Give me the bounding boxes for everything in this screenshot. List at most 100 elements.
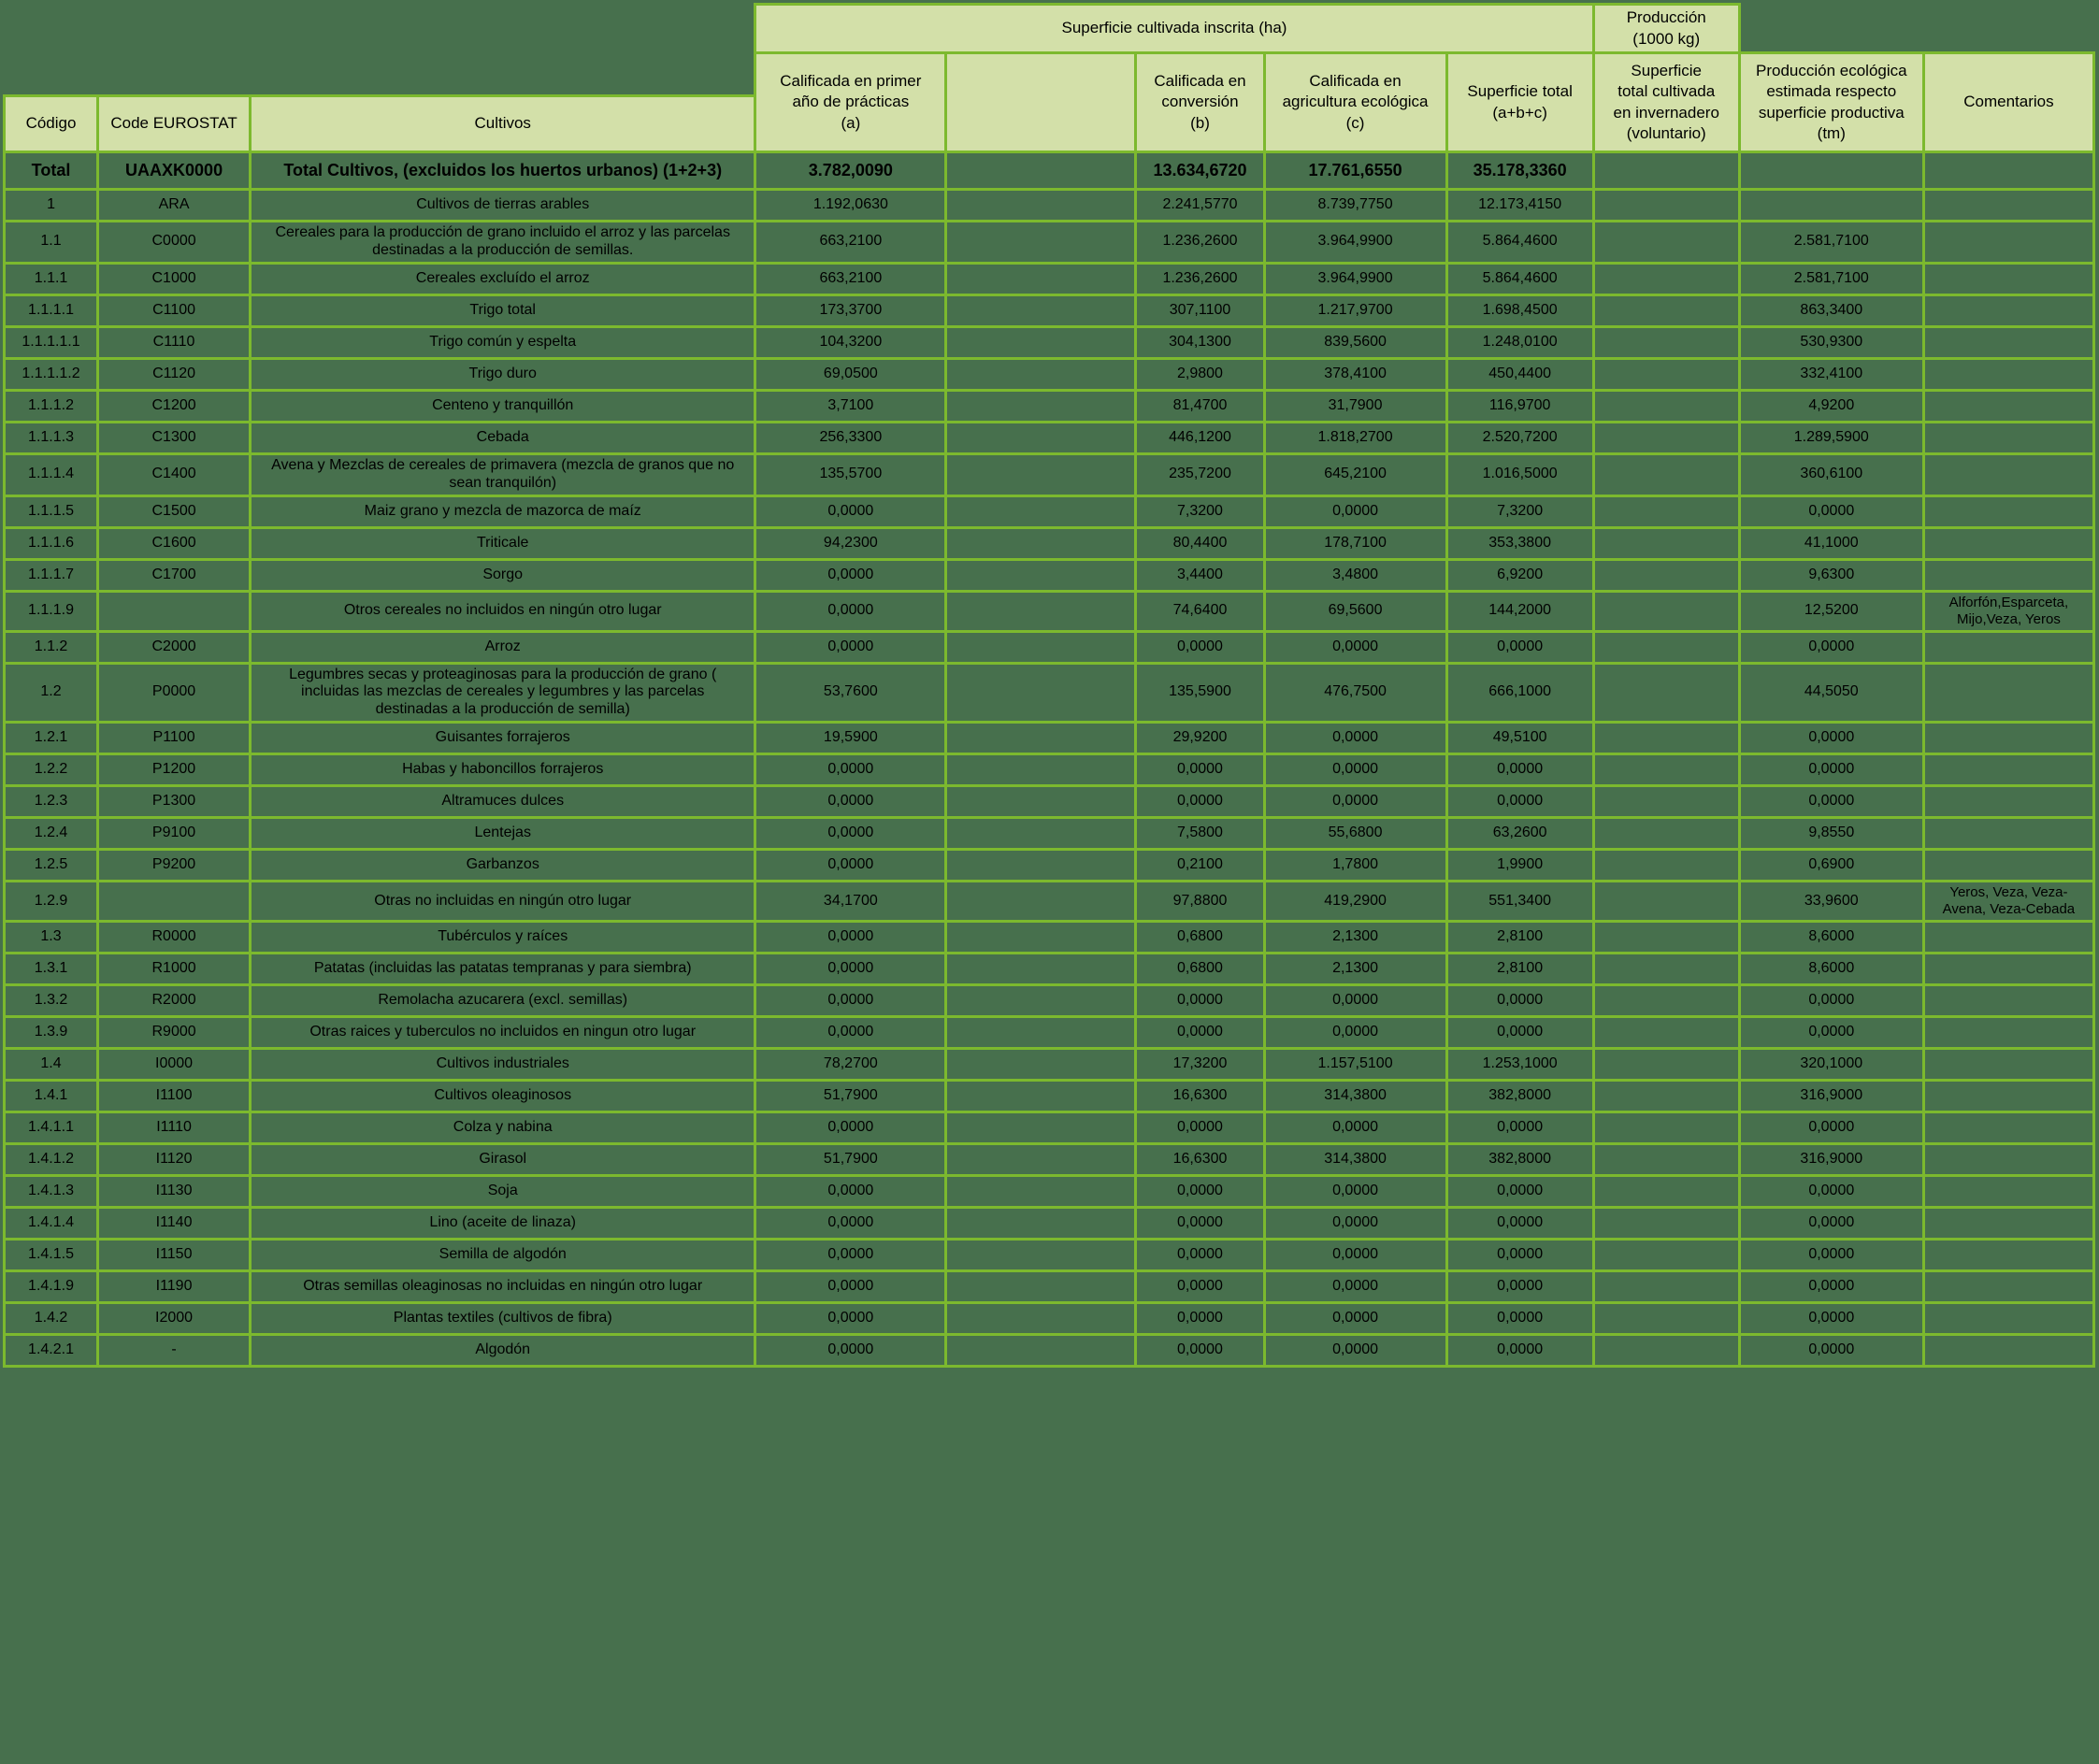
cell-superficie-total: 0,0000 xyxy=(1445,1301,1595,1337)
cell-superficie-c: 1.157,5100 xyxy=(1262,1047,1448,1083)
cell-produccion-ecologica: 530,9300 xyxy=(1737,324,1925,360)
cell-codigo: 1.4.2.1 xyxy=(2,1333,100,1369)
table-row: 1.4.1.2 I1120 Girasol 51,7900 16,6300 314,380… xyxy=(2,1142,2096,1178)
cell-code-eurostat: I1150 xyxy=(96,1238,252,1273)
cell-cultivos: Triticale xyxy=(249,525,757,561)
cell-superficie-c: 0,0000 xyxy=(1262,983,1448,1019)
cell-comentarios xyxy=(1921,721,2096,756)
cell-superficie-b: 7,3200 xyxy=(1134,494,1266,529)
table-row: 1 ARA Cultivos de tierras arables 1.192,063… xyxy=(2,188,2096,222)
cell-superficie-a: 51,7900 xyxy=(754,1079,948,1114)
column-header-codigo: Código xyxy=(2,94,100,153)
cell-blank xyxy=(944,1079,1138,1114)
cell-codigo: 1.4.1 xyxy=(2,1079,100,1114)
cell-produccion-ecologica: 0,0000 xyxy=(1737,494,1925,529)
cell-superficie-total: 666,1000 xyxy=(1445,661,1595,724)
table-row: 1.2.9 Otras no incluidas en ningún otro l… xyxy=(2,880,2096,924)
cell-produccion-ecologica: 0,0000 xyxy=(1737,1015,1925,1051)
cell-superficie-total: 1.253,1000 xyxy=(1445,1047,1595,1083)
table-row: 1.1 C0000 Cereales para la producción de g… xyxy=(2,220,2096,265)
cell-superficie-a: 0,0000 xyxy=(754,629,948,665)
cell-superficie-c: 314,3800 xyxy=(1262,1079,1448,1114)
cell-comentarios xyxy=(1921,356,2096,392)
table-row: 1.4.2.1- Algodón 0,0000 0,0000 0,0000 0,0000 0… xyxy=(2,1333,2096,1369)
cell-invernadero xyxy=(1591,629,1741,665)
cell-code-eurostat: I2000 xyxy=(96,1301,252,1337)
cell-code-eurostat: P1200 xyxy=(96,753,252,788)
cell-invernadero xyxy=(1591,261,1741,296)
cell-codigo: 1.1.2 xyxy=(2,629,100,665)
cell-superficie-total: 1.016,5000 xyxy=(1445,452,1595,497)
group-header-row: Superficie cultivada inscrita (ha) Produ… xyxy=(5,3,2094,54)
cell-superficie-b: 0,0000 xyxy=(1134,983,1266,1019)
cell-blank xyxy=(944,356,1138,392)
cell-superficie-total: 0,0000 xyxy=(1445,1111,1595,1146)
cell-cultivos: Arroz xyxy=(249,629,757,665)
cell-cultivos: Sorgo xyxy=(249,557,757,593)
cell-blank xyxy=(944,557,1138,593)
cell-superficie-a: 51,7900 xyxy=(754,1142,948,1178)
cell-invernadero xyxy=(1591,420,1741,455)
cell-superficie-c: 314,3800 xyxy=(1262,1142,1448,1178)
cell-codigo: 1.4.1.3 xyxy=(2,1174,100,1210)
cell-cultivos: Patatas (incluidas las patatas tempranas… xyxy=(249,952,757,987)
cell-superficie-b: 135,5900 xyxy=(1134,661,1266,724)
cell-superficie-a: 0,0000 xyxy=(754,589,948,633)
left-header-top-spacer xyxy=(5,53,755,96)
cell-superficie-b: 0,0000 xyxy=(1134,753,1266,788)
cell-superficie-a: 173,3700 xyxy=(754,293,948,328)
cell-invernadero xyxy=(1591,188,1741,222)
cell-blank xyxy=(944,1142,1138,1178)
cell-superficie-a: 78,2700 xyxy=(754,1047,948,1083)
cell-superficie-total: 116,9700 xyxy=(1445,388,1595,423)
column-header-a: Calificada en primer año de prácticas (a… xyxy=(754,51,948,153)
cell-code-eurostat: R2000 xyxy=(96,983,252,1019)
cell-superficie-a: 34,1700 xyxy=(754,880,948,924)
cell-code-eurostat: I1140 xyxy=(96,1206,252,1241)
table-row: 1.2.1 P1100 Guisantes forrajeros 19,5900 29,… xyxy=(2,721,2096,756)
cell-comentarios xyxy=(1921,1015,2096,1051)
cell-superficie-total: 2,8100 xyxy=(1445,952,1595,987)
cell-code-eurostat: I1100 xyxy=(96,1079,252,1114)
cell-produccion-ecologica: 316,9000 xyxy=(1737,1079,1925,1114)
cell-superficie-total: 0,0000 xyxy=(1445,1206,1595,1241)
cell-code-eurostat: P9100 xyxy=(96,816,252,852)
table-row: 1.4.1.5 I1150 Semilla de algodón 0,0000 0,00… xyxy=(2,1238,2096,1273)
table-row: 1.1.1.1.2 C1120 Trigo duro 69,0500 2,9800 378… xyxy=(2,356,2096,392)
cell-codigo: 1.4.1.9 xyxy=(2,1269,100,1305)
cell-blank xyxy=(944,661,1138,724)
cell-comentarios xyxy=(1921,1238,2096,1273)
cell-codigo: 1.1.1.3 xyxy=(2,420,100,455)
cell-codigo: 1.4.1.5 xyxy=(2,1238,100,1273)
cell-invernadero xyxy=(1591,880,1741,924)
cell-code-eurostat: I1130 xyxy=(96,1174,252,1210)
cell-cultivos: Avena y Mezclas de cereales de primavera… xyxy=(249,452,757,497)
cell-codigo: 1.2.3 xyxy=(2,784,100,820)
cell-produccion-ecologica: 41,1000 xyxy=(1737,525,1925,561)
cell-superficie-a: 1.192,0630 xyxy=(754,188,948,222)
cell-cultivos: Otras raices y tuberculos no incluidos e… xyxy=(249,1015,757,1051)
cell-superficie-b: 17,3200 xyxy=(1134,1047,1266,1083)
column-header-comentarios: Comentarios xyxy=(1921,51,2096,153)
cell-codigo: 1.1.1.4 xyxy=(2,452,100,497)
cell-comentarios xyxy=(1921,753,2096,788)
group-header-produccion: Producción (1000 kg) xyxy=(1591,3,1741,54)
table-row: 1.2.3 P1300 Altramuces dulces 0,0000 0,0000 0… xyxy=(2,784,2096,820)
cell-superficie-c: 839,5600 xyxy=(1262,324,1448,360)
cell-superficie-b: 0,0000 xyxy=(1134,1238,1266,1273)
cell-superficie-b: 0,0000 xyxy=(1134,1301,1266,1337)
cell-produccion-ecologica: 0,6900 xyxy=(1737,848,1925,883)
cell-codigo: 1.1.1.9 xyxy=(2,589,100,633)
cell-cultivos: Legumbres secas y proteaginosas para la … xyxy=(249,661,757,724)
cell-codigo: 1.4.1.1 xyxy=(2,1111,100,1146)
cell-superficie-b: 235,7200 xyxy=(1134,452,1266,497)
table-row: 1.4.1 I1100 Cultivos oleaginosos 51,7900 16,… xyxy=(2,1079,2096,1114)
cell-invernadero xyxy=(1591,784,1741,820)
cell-produccion-ecologica: 316,9000 xyxy=(1737,1142,1925,1178)
cell-superficie-c: 3.964,9900 xyxy=(1262,220,1448,265)
cell-blank xyxy=(944,388,1138,423)
cell-superficie-c: 178,7100 xyxy=(1262,525,1448,561)
cell-codigo: 1 xyxy=(2,188,100,222)
cell-superficie-c: 0,0000 xyxy=(1262,1333,1448,1369)
cell-produccion-ecologica: 0,0000 xyxy=(1737,1269,1925,1305)
